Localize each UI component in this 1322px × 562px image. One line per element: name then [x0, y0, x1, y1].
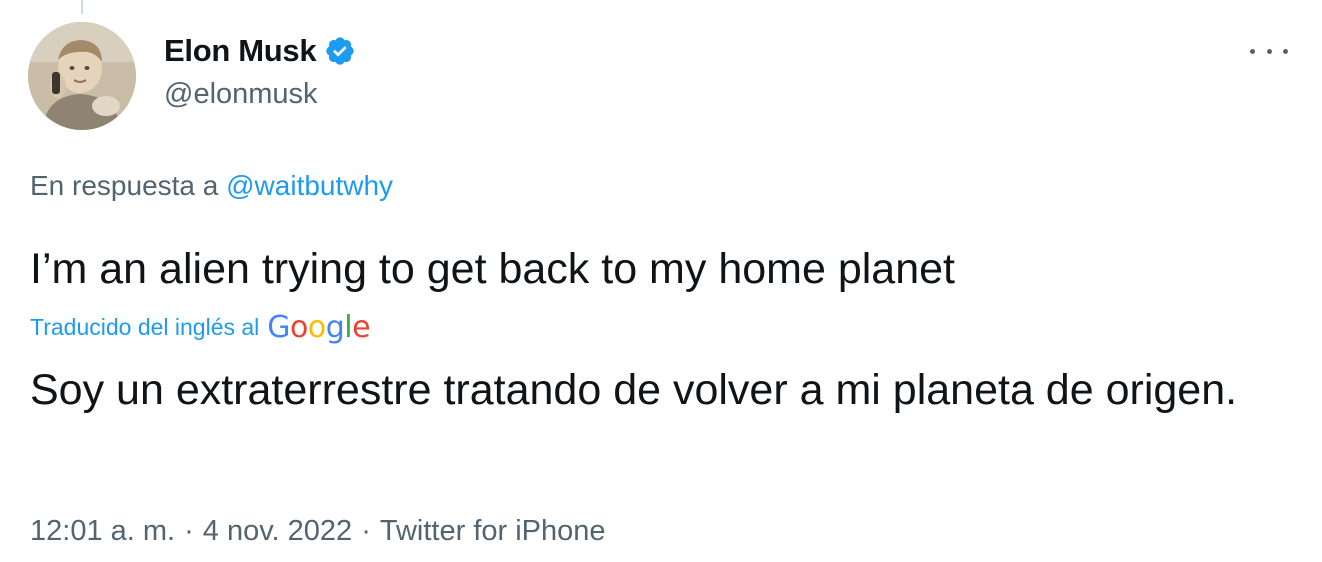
author-name-row[interactable]: Elon Musk [164, 32, 356, 70]
avatar[interactable] [28, 22, 136, 130]
more-options-button[interactable] [1250, 36, 1288, 66]
translated-tweet-text: Soy un extraterrestre tratando de volver… [30, 366, 1238, 414]
ellipsis-icon-dot [1283, 48, 1288, 54]
tweet-text: I’m an alien trying to get back to my ho… [30, 245, 955, 293]
reply-to-handle-link[interactable]: @waitbutwhy [226, 170, 393, 201]
reply-prefix: En respuesta a [30, 170, 227, 201]
reply-context: En respuesta a @waitbutwhy [30, 170, 393, 202]
ellipsis-icon-dot [1266, 48, 1272, 54]
tweet-source-link[interactable]: Twitter for iPhone [380, 515, 606, 548]
tweet-metadata: 12:01 a. m. · 4 nov. 2022 · Twitter for … [30, 515, 606, 548]
author-handle[interactable]: @elonmusk [164, 78, 318, 111]
ellipsis-icon [1250, 48, 1255, 54]
translation-label-link[interactable]: Traducido del inglés al [30, 314, 259, 341]
translation-attribution: Traducido del inglés al Google [30, 308, 371, 346]
tweet-date-link[interactable]: 4 nov. 2022 [203, 515, 352, 548]
meta-separator: · [184, 515, 194, 547]
author-display-name[interactable]: Elon Musk [164, 33, 317, 69]
verified-badge-icon [324, 35, 356, 67]
avatar-photo [28, 22, 136, 130]
thread-connector-line [81, 0, 83, 14]
google-logo: Google [267, 310, 371, 345]
tweet-time-link[interactable]: 12:01 a. m. [30, 515, 175, 548]
meta-separator-2: · [361, 515, 371, 547]
